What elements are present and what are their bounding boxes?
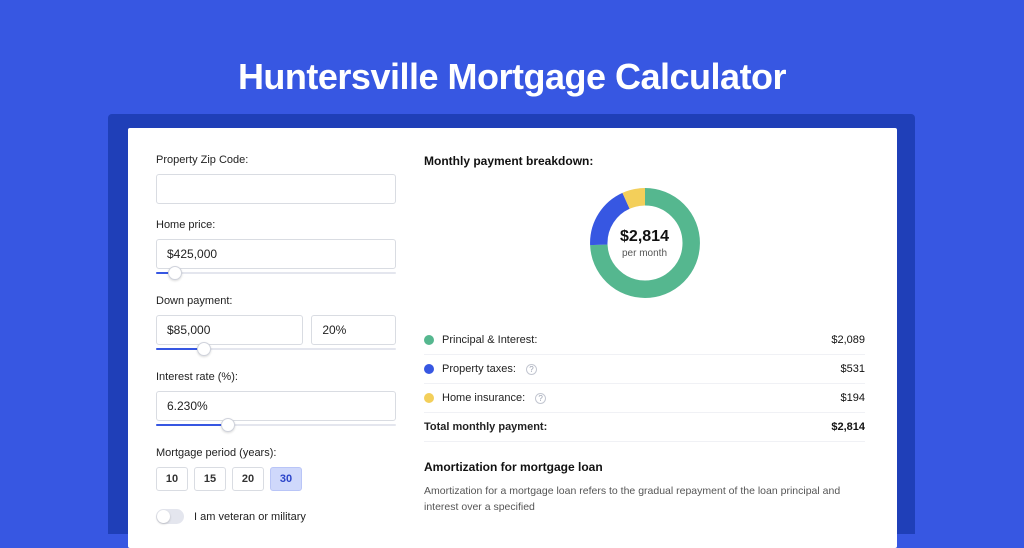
zip-label: Property Zip Code:: [156, 154, 396, 166]
price-input[interactable]: [156, 239, 396, 269]
legend-row: Property taxes:? $531: [424, 355, 865, 384]
slider-thumb[interactable]: [168, 266, 182, 280]
total-value: $2,814: [831, 421, 865, 433]
calculator-card: Property Zip Code: Home price: Down paym…: [128, 128, 897, 548]
down-label: Down payment:: [156, 295, 396, 307]
legend-value: $2,089: [831, 334, 865, 346]
legend-dot: [424, 393, 434, 403]
donut-sub: per month: [622, 248, 667, 259]
price-group: Home price:: [156, 219, 396, 280]
slider-fill: [156, 424, 228, 426]
rate-group: Interest rate (%):: [156, 371, 396, 432]
price-label: Home price:: [156, 219, 396, 231]
inputs-column: Property Zip Code: Home price: Down paym…: [156, 154, 396, 524]
zip-group: Property Zip Code:: [156, 154, 396, 204]
legend-dot: [424, 364, 434, 374]
period-button-10[interactable]: 10: [156, 467, 188, 491]
legend-label: Property taxes:: [442, 363, 516, 375]
price-slider[interactable]: [156, 266, 396, 280]
rate-input[interactable]: [156, 391, 396, 421]
legend-row: Principal & Interest: $2,089: [424, 326, 865, 355]
period-button-20[interactable]: 20: [232, 467, 264, 491]
legend-label: Principal & Interest:: [442, 334, 537, 346]
amort-title: Amortization for mortgage loan: [424, 460, 865, 474]
period-button-30[interactable]: 30: [270, 467, 302, 491]
slider-thumb[interactable]: [197, 342, 211, 356]
hint-icon[interactable]: ?: [526, 364, 537, 375]
legend-total-row: Total monthly payment: $2,814: [424, 413, 865, 442]
rate-label: Interest rate (%):: [156, 371, 396, 383]
results-column: Monthly payment breakdown: $2,814 per mo…: [424, 154, 865, 524]
legend-row: Home insurance:? $194: [424, 384, 865, 413]
legend-value: $531: [841, 363, 865, 375]
donut-amount: $2,814: [620, 228, 669, 246]
rate-slider[interactable]: [156, 418, 396, 432]
total-label: Total monthly payment:: [424, 421, 547, 433]
slider-rail: [156, 272, 396, 274]
amort-body: Amortization for a mortgage loan refers …: [424, 484, 865, 516]
page-header: Huntersville Mortgage Calculator: [0, 0, 1024, 98]
legend: Principal & Interest: $2,089 Property taxe…: [424, 326, 865, 413]
veteran-label: I am veteran or military: [194, 511, 306, 523]
period-button-15[interactable]: 15: [194, 467, 226, 491]
period-label: Mortgage period (years):: [156, 447, 396, 459]
down-group: Down payment:: [156, 295, 396, 356]
donut-wrap: $2,814 per month: [424, 182, 865, 304]
legend-dot: [424, 335, 434, 345]
veteran-toggle[interactable]: [156, 509, 184, 524]
breakdown-heading: Monthly payment breakdown:: [424, 154, 865, 168]
legend-label: Home insurance:: [442, 392, 525, 404]
down-slider[interactable]: [156, 342, 396, 356]
period-row: 10152030: [156, 467, 396, 491]
hint-icon[interactable]: ?: [535, 393, 546, 404]
veteran-row: I am veteran or military: [156, 509, 396, 524]
down-percent-input[interactable]: [311, 315, 396, 345]
zip-input[interactable]: [156, 174, 396, 204]
amortization-section: Amortization for mortgage loan Amortizat…: [424, 460, 865, 516]
page-title: Huntersville Mortgage Calculator: [0, 56, 1024, 98]
donut-chart: $2,814 per month: [584, 182, 706, 304]
down-amount-input[interactable]: [156, 315, 303, 345]
slider-thumb[interactable]: [221, 418, 235, 432]
period-group: Mortgage period (years): 10152030: [156, 447, 396, 491]
legend-value: $194: [841, 392, 865, 404]
